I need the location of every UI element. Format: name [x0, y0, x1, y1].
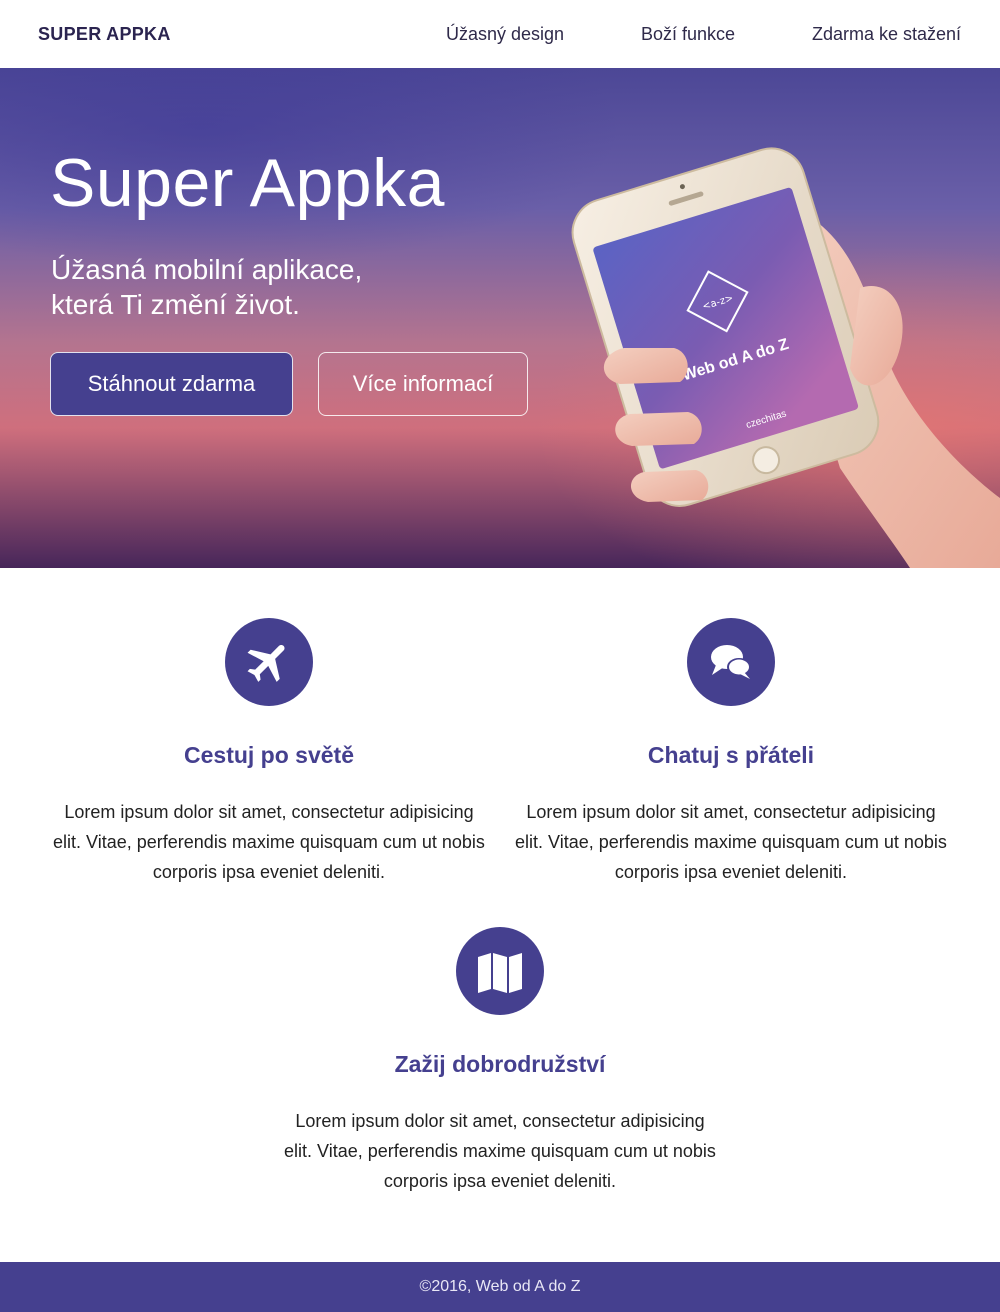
- feature-travel: Cestuj po světě Lorem ipsum dolor sit am…: [49, 618, 489, 887]
- feature-description: Lorem ipsum dolor sit amet, consectetur …: [515, 802, 947, 882]
- top-navbar: SUPER APPKA Úžasný design Boží funkce Zd…: [0, 0, 1000, 68]
- feature-title: Cestuj po světě: [184, 742, 354, 768]
- page-footer: ©2016, Web od A do Z: [0, 1262, 1000, 1312]
- footer-copyright: ©2016, Web od A do Z: [419, 1278, 581, 1295]
- download-free-button[interactable]: Stáhnout zdarma: [50, 352, 293, 416]
- phone-in-hand-image: <a-z> Web od A do Z czechitas: [571, 147, 1000, 568]
- hero-subtitle-line-2: která Ti změní život.: [51, 289, 300, 320]
- chat-bubbles-icon: [687, 618, 775, 706]
- feature-description: Lorem ipsum dolor sit amet, consectetur …: [284, 1111, 716, 1191]
- hero-title: Super Appka: [50, 145, 445, 221]
- map-icon: [456, 927, 544, 1015]
- features-section: Cestuj po světě Lorem ipsum dolor sit am…: [0, 568, 1000, 1262]
- feature-description: Lorem ipsum dolor sit amet, consectetur …: [53, 802, 485, 882]
- feature-title: Chatuj s přáteli: [647, 742, 815, 768]
- hero-subtitle-line-1: Úžasná mobilní aplikace,: [51, 254, 363, 285]
- feature-title: Zažij dobrodružství: [394, 1051, 606, 1077]
- nav-link-features[interactable]: Boží funkce: [641, 24, 735, 45]
- nav-link-download[interactable]: Zdarma ke stažení: [812, 24, 961, 45]
- feature-adventure: Zažij dobrodružství Lorem ipsum dolor si…: [280, 927, 720, 1196]
- hero-subtitle: Úžasná mobilní aplikace, která Ti změní …: [51, 252, 362, 322]
- airplane-icon: [225, 618, 313, 706]
- hero-section: Super Appka Úžasná mobilní aplikace, kte…: [0, 68, 1000, 568]
- more-info-button[interactable]: Více informací: [318, 352, 528, 416]
- feature-chat: Chatuj s přáteli Lorem ipsum dolor sit a…: [511, 618, 951, 887]
- brand-logo-link[interactable]: SUPER APPKA: [38, 24, 171, 45]
- nav-link-design[interactable]: Úžasný design: [446, 24, 564, 45]
